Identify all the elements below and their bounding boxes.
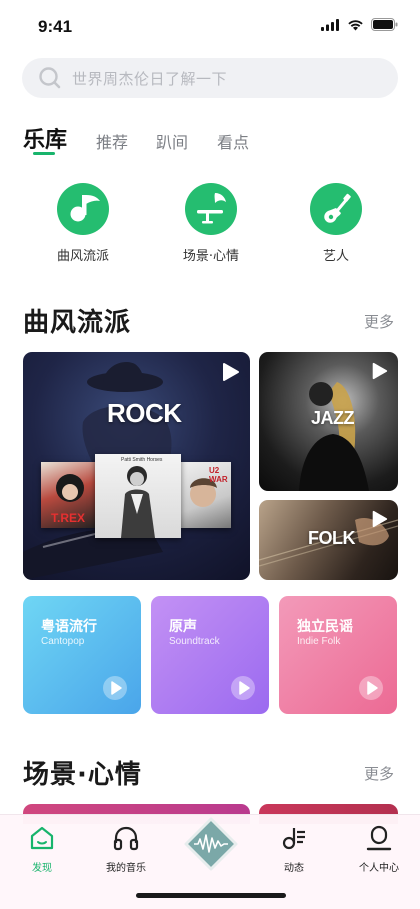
home-icon	[30, 826, 54, 850]
genre-word-jazz: JAZZ	[311, 408, 355, 428]
tabbar-activity-label: 动态	[284, 863, 304, 874]
genre-card-rock[interactable]: ROCK T.REX U2 WAR Patti Smith Horses	[23, 352, 250, 580]
tabbar-discover-label: 发现	[32, 863, 52, 874]
category-artist[interactable]: 艺人	[281, 183, 391, 264]
tabbar-discover[interactable]: 发现	[2, 825, 82, 874]
wifi-icon	[348, 19, 363, 30]
now-playing-icon	[184, 817, 238, 871]
genre-card-soundtrack[interactable]: 原声 Soundtrack	[151, 596, 269, 714]
album-cover-trex: T.REX	[41, 462, 99, 528]
status-time: 9:41	[38, 17, 73, 36]
play-icon	[223, 363, 239, 381]
tab-music-library[interactable]: 乐库	[23, 122, 67, 154]
genre-word-rock: ROCK	[107, 398, 182, 428]
search-input[interactable]: 世界周杰伦日了解一下	[72, 68, 227, 89]
search-bar[interactable]: 世界周杰伦日了解一下	[22, 58, 398, 98]
section-title-scene-mood: 场景·心情	[23, 760, 142, 790]
category-genre-label: 曲风流派	[56, 249, 109, 264]
tabbar-profile[interactable]: 个人中心	[339, 825, 419, 874]
status-icons	[321, 18, 398, 31]
home-indicator	[136, 893, 286, 898]
genre-indie-folk-subtitle: Indie Folk	[297, 636, 341, 647]
genre-soundtrack-subtitle: Soundtrack	[169, 636, 220, 647]
category-scene-mood[interactable]: 场景·心情	[156, 183, 266, 264]
category-scene-mood-label: 场景·心情	[182, 249, 240, 264]
play-icon	[372, 510, 388, 528]
music-note-icon	[57, 183, 109, 235]
play-icon	[359, 676, 383, 700]
play-icon	[231, 676, 255, 700]
album-cover-u2: U2 WAR	[181, 462, 231, 528]
cellular-signal-icon	[321, 18, 339, 31]
section-title-genre: 曲风流派	[23, 308, 132, 338]
headphones-icon	[113, 826, 139, 851]
profile-icon	[366, 825, 392, 851]
tab-highlights[interactable]: 看点	[217, 129, 249, 153]
status-bar: 9:41	[0, 0, 420, 52]
scene-icon	[185, 183, 237, 235]
scene-more-link[interactable]: 更多	[364, 763, 394, 784]
genre-indie-folk-title: 独立民谣	[297, 619, 353, 635]
genre-cantopop-subtitle: Cantopop	[41, 636, 85, 647]
tab-party-room[interactable]: 趴间	[156, 129, 188, 153]
music-feed-icon	[282, 828, 305, 850]
tabbar-profile-label: 个人中心	[359, 863, 399, 874]
genre-card-indie-folk[interactable]: 独立民谣 Indie Folk	[279, 596, 397, 714]
guitar-icon	[310, 183, 362, 235]
tabbar-activity[interactable]: 动态	[254, 825, 334, 874]
genre-cantopop-title: 粤语流行	[41, 619, 97, 635]
genre-more-link[interactable]: 更多	[364, 311, 394, 332]
now-playing-button[interactable]	[184, 817, 238, 871]
play-icon	[372, 362, 388, 380]
tabbar-my-music-label: 我的音乐	[106, 863, 146, 874]
tab-recommend[interactable]: 推荐	[96, 129, 128, 153]
top-tabs: 乐库 推荐 趴间 看点	[23, 122, 403, 156]
search-icon	[39, 67, 61, 89]
tab-underline	[33, 152, 55, 155]
album-label-u2: U2 WAR	[209, 466, 228, 484]
category-genre[interactable]: 曲风流派	[28, 183, 138, 264]
category-artist-label: 艺人	[322, 249, 349, 264]
genre-word-folk: FOLK	[308, 528, 356, 548]
tabbar-my-music[interactable]: 我的音乐	[86, 825, 166, 874]
genre-card-jazz[interactable]: JAZZ	[259, 352, 398, 491]
album-label-patti-smith: Patti Smith Horses	[121, 457, 163, 463]
album-cover-patti-smith: Patti Smith Horses	[95, 454, 181, 538]
genre-card-folk[interactable]: FOLK	[259, 500, 398, 580]
genre-card-cantopop[interactable]: 粤语流行 Cantopop	[23, 596, 141, 714]
album-label-trex: T.REX	[51, 511, 86, 525]
battery-icon	[371, 18, 398, 31]
play-icon	[103, 676, 127, 700]
genre-soundtrack-title: 原声	[169, 619, 197, 635]
